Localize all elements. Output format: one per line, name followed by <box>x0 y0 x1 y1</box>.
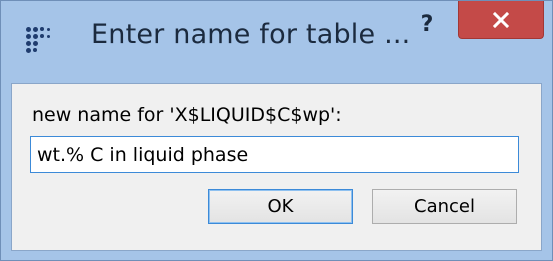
close-button[interactable] <box>458 1 544 39</box>
cancel-button[interactable]: Cancel <box>372 189 517 224</box>
app-dots-icon <box>26 27 56 53</box>
dialog-title: Enter name for table ... <box>91 19 411 50</box>
help-button[interactable]: ? <box>409 9 445 41</box>
ok-button[interactable]: OK <box>208 189 353 224</box>
title-bar[interactable]: Enter name for table ... ? <box>1 1 552 83</box>
close-icon <box>493 12 509 28</box>
prompt-label: new name for 'X$LIQUID$C$wp': <box>32 104 342 126</box>
table-name-input[interactable] <box>30 136 519 173</box>
